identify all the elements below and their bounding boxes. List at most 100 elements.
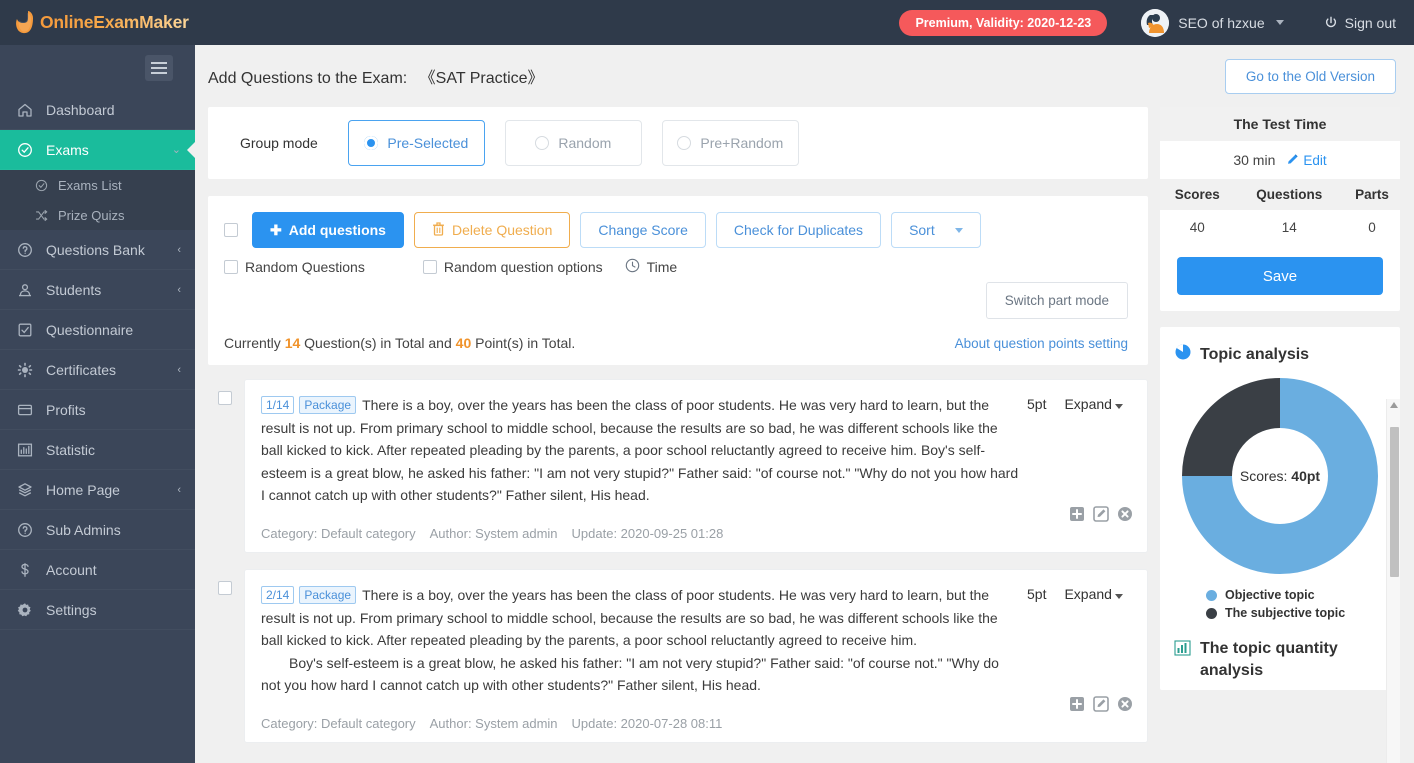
checkbox-icon xyxy=(14,322,36,338)
random-questions-option[interactable]: Random Questions xyxy=(224,259,365,275)
sidebar-item-exams-list[interactable]: Exams List xyxy=(0,170,195,200)
test-stats-col-questions: Questions xyxy=(1234,179,1344,210)
save-button[interactable]: Save xyxy=(1177,257,1383,295)
chevron-left-icon: ‹ xyxy=(177,243,181,256)
sidebar-item-home-page[interactable]: Home Page ‹ xyxy=(0,470,195,510)
question-expand-label: Expand xyxy=(1064,396,1112,412)
hamburger-menu-icon[interactable] xyxy=(145,54,173,81)
question-author: Author: System admin xyxy=(429,716,558,731)
add-icon[interactable] xyxy=(1069,506,1085,522)
sidebar-item-settings[interactable]: Settings xyxy=(0,590,195,630)
question-side: 5pt Expand xyxy=(1019,394,1131,512)
chevron-down-icon xyxy=(1114,404,1123,409)
sidebar-item-questions-bank[interactable]: Questions Bank ‹ xyxy=(0,230,195,270)
question-actions xyxy=(1069,696,1133,712)
close-icon[interactable] xyxy=(1117,506,1133,522)
sidebar-item-exams[interactable]: Exams ⌄ xyxy=(0,130,195,170)
sidebar-item-students[interactable]: Students ‹ xyxy=(0,270,195,310)
legend-item[interactable]: Objective topic xyxy=(1206,586,1386,604)
card-icon xyxy=(14,402,36,418)
questions-toolbar: ✚ Add questions Delete Question Change S… xyxy=(224,212,1128,248)
pencil-icon xyxy=(1287,153,1299,168)
sidebar-item-profits[interactable]: Profits xyxy=(0,390,195,430)
question-row: 2/14 Package There is a boy, over the year… xyxy=(208,569,1148,743)
brand-logo[interactable]: OnlineExamMaker xyxy=(0,0,195,45)
random-questions-checkbox[interactable] xyxy=(224,260,238,274)
sidebar-item-questionnaire[interactable]: Questionnaire xyxy=(0,310,195,350)
sidebar-item-label: Profits xyxy=(46,401,86,418)
sidebar-item-account[interactable]: Account xyxy=(0,550,195,590)
question-row: 1/14 Package There is a boy, over the year… xyxy=(208,379,1148,553)
sidebar-item-label: Dashboard xyxy=(46,101,115,118)
sidebar-item-sub-admins[interactable]: Sub Admins xyxy=(0,510,195,550)
group-mode-random[interactable]: Random xyxy=(504,120,642,166)
question-category: Category: Default category xyxy=(261,526,416,541)
sign-out-button[interactable]: Sign out xyxy=(1324,15,1396,31)
topic-analysis-title-row: Topic analysis xyxy=(1174,343,1386,366)
check-circle-icon xyxy=(14,142,36,158)
question-select-checkbox[interactable] xyxy=(218,581,232,595)
sidebar-item-statistic[interactable]: Statistic xyxy=(0,430,195,470)
about-question-points-link[interactable]: About question points setting xyxy=(955,336,1128,351)
go-to-old-version-button[interactable]: Go to the Old Version xyxy=(1224,58,1396,94)
sidebar-item-dashboard[interactable]: Dashboard xyxy=(0,90,195,130)
edit-test-time-button[interactable]: Edit xyxy=(1287,153,1327,168)
legend-color-swatch xyxy=(1206,589,1217,601)
user-name: SEO of hzxue xyxy=(1178,14,1265,31)
question-meta: Category: Default category Author: System… xyxy=(261,516,1131,552)
sidebar-item-certificates[interactable]: Certificates ‹ xyxy=(0,350,195,390)
questions-column: Group mode Pre-Selected Random Pre+Random … xyxy=(208,107,1148,759)
random-question-options-checkbox[interactable] xyxy=(422,260,437,274)
question-text: 1/14 Package There is a boy, over the year… xyxy=(261,394,1019,512)
select-all-checkbox[interactable] xyxy=(224,223,238,237)
edit-icon[interactable] xyxy=(1093,696,1109,712)
edit-icon[interactable] xyxy=(1093,506,1109,522)
test-stats-value-parts: 0 xyxy=(1368,220,1376,235)
question-expand-toggle[interactable]: Expand xyxy=(1064,586,1123,702)
group-mode-options: Pre-Selected Random Pre+Random xyxy=(347,120,819,166)
topic-legend: Objective topic The subjective topic xyxy=(1174,586,1386,622)
user-menu[interactable]: SEO of hzxue xyxy=(1141,8,1284,37)
right-rail-scrollbar[interactable] xyxy=(1386,399,1400,763)
topic-quantity-title-row: The topic quantity analysis xyxy=(1174,638,1386,682)
sidebar-submenu-exams: Exams List Prize Quizs xyxy=(0,170,195,230)
scrollbar-thumb[interactable] xyxy=(1390,427,1399,577)
test-stats-col-scores: Scores xyxy=(1160,179,1235,210)
question-select-checkbox[interactable] xyxy=(218,391,232,405)
add-questions-button[interactable]: ✚ Add questions xyxy=(252,212,404,248)
question-card: 1/14 Package There is a boy, over the year… xyxy=(244,379,1148,553)
sidebar-item-label: Students xyxy=(46,281,102,298)
question-list: 1/14 Package There is a boy, over the year… xyxy=(208,379,1148,743)
dollar-icon xyxy=(14,562,36,578)
random-question-options-option[interactable]: Random question options xyxy=(422,259,603,275)
add-icon[interactable] xyxy=(1069,696,1085,712)
topic-analysis-title: Topic analysis xyxy=(1200,345,1310,363)
question-index-badge: 1/14 xyxy=(261,396,295,414)
group-mode-pre-random[interactable]: Pre+Random xyxy=(661,120,799,166)
radio-icon xyxy=(535,136,550,150)
sidebar: Dashboard Exams ⌄ Exams List Prize Quizs Ques… xyxy=(0,45,195,763)
legend-item[interactable]: The subjective topic xyxy=(1206,604,1386,622)
chevron-left-icon: ‹ xyxy=(177,363,181,376)
question-category: Category: Default category xyxy=(261,716,416,731)
question-index-badge: 2/14 xyxy=(261,586,295,604)
group-mode-pre-selected[interactable]: Pre-Selected xyxy=(347,120,485,166)
question-side: 5pt Expand xyxy=(1019,584,1131,702)
sort-dropdown[interactable]: Sort xyxy=(891,212,982,248)
question-expand-toggle[interactable]: Expand xyxy=(1064,396,1123,512)
delete-question-button[interactable]: Delete Question xyxy=(413,212,571,248)
question-paragraph-1: There is a boy, over the years has been … xyxy=(261,397,998,458)
change-score-button[interactable]: Change Score xyxy=(580,212,706,248)
check-circle-icon xyxy=(32,179,50,192)
time-option[interactable]: Time xyxy=(625,258,677,276)
scroll-up-arrow-icon[interactable] xyxy=(1390,402,1398,408)
premium-validity-badge: Premium, Validity: 2020-12-23 xyxy=(899,9,1108,36)
switch-part-mode-button[interactable]: Switch part mode xyxy=(985,282,1128,319)
sidebar-item-prize-quizs[interactable]: Prize Quizs xyxy=(0,200,195,230)
test-time-value-row: 30 min Edit xyxy=(1160,141,1400,179)
home-icon xyxy=(14,102,36,118)
summary-suffix: Point(s) in Total. xyxy=(475,335,576,351)
check-duplicates-button[interactable]: Check for Duplicates xyxy=(715,212,882,248)
close-icon[interactable] xyxy=(1117,696,1133,712)
question-paragraph-2: Boy's self-esteem is a great blow, he as… xyxy=(261,654,999,694)
